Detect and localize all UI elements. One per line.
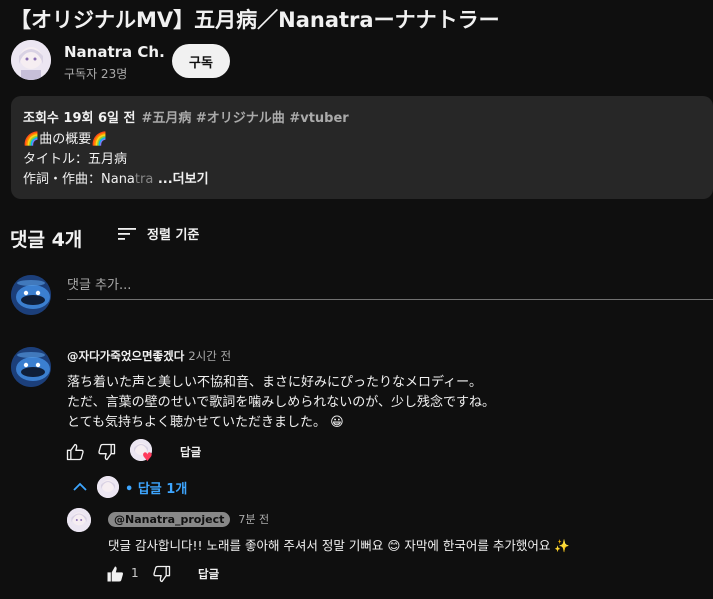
- dislike-button[interactable]: [96, 441, 118, 463]
- comment-time[interactable]: 2시간 전: [188, 349, 231, 363]
- view-count-date: 조회수 19회 6일 전: [23, 111, 136, 126]
- reply-time[interactable]: 7분 전: [238, 511, 269, 527]
- hashtags[interactable]: #五月病 #オリジナル曲 #vtuber: [141, 111, 348, 126]
- sort-label: 정렬 기준: [147, 228, 200, 243]
- reply-preview-avatar: [97, 476, 119, 498]
- reply-text: 자막에 한국어를 추가했어요: [404, 538, 551, 553]
- description-meta: 조회수 19회 6일 전 #五月病 #オリジナル曲 #vtuber: [23, 107, 349, 126]
- sort-icon: [118, 227, 136, 240]
- description-line-credits: 作詞・作曲：Nanatra ...더보기: [23, 168, 209, 187]
- thumbs-up-filled-icon: [107, 566, 123, 582]
- thumbs-down-icon: [153, 565, 171, 583]
- thumbs-up-icon: [66, 443, 84, 461]
- comment-author[interactable]: @자다가죽었으면좋겠다: [67, 349, 184, 363]
- commenter-avatar[interactable]: [11, 347, 51, 387]
- comment-text: とても気持ちよく聴かせていただきました。: [67, 415, 326, 430]
- channel-name[interactable]: Nanatra Ch.: [64, 43, 165, 61]
- replies-count-label: • 답글 1개: [125, 481, 188, 497]
- reply-author[interactable]: @Nanatra_project: [108, 511, 231, 527]
- rainbow-emoji: 🌈: [91, 132, 108, 147]
- reply-text: 댓글 감사합니다!! 노래를 좋아해 주셔서 정말 기뻐요: [108, 538, 384, 553]
- reply-reply-button[interactable]: 답글: [198, 566, 219, 582]
- comment-author-line: @자다가죽었으면좋겠다 2시간 전: [67, 348, 231, 364]
- user-avatar[interactable]: [11, 275, 51, 315]
- sort-button[interactable]: 정렬 기준: [117, 224, 199, 243]
- like-button[interactable]: [64, 441, 86, 463]
- reply-dislike-button[interactable]: [151, 563, 173, 585]
- show-more-link[interactable]: ...더보기: [153, 172, 209, 187]
- credits-text: 作詞・作曲：Nana: [23, 172, 135, 187]
- chevron-up-icon: [73, 482, 87, 491]
- heart-icon: ♥: [142, 450, 153, 464]
- channel-avatar[interactable]: [11, 40, 51, 80]
- subscriber-count: 구독자 23명: [64, 67, 128, 81]
- video-title: 【オリジナルMV】五月病／Nanatraーナナトラー: [10, 8, 500, 32]
- reply-author-avatar[interactable]: [67, 508, 91, 532]
- add-comment-input[interactable]: [67, 272, 713, 300]
- credits-text-faded: tra: [134, 172, 154, 187]
- grin-emoji: 😀: [330, 415, 344, 430]
- subscribe-button[interactable]: 구독: [172, 44, 230, 78]
- replies-toggle[interactable]: • 답글 1개: [73, 476, 187, 498]
- thumbs-down-icon: [98, 443, 116, 461]
- comments-count: 댓글 4개: [10, 229, 83, 251]
- description-summary-text: 曲の概要: [39, 132, 92, 147]
- reply-author-line: @Nanatra_project 7분 전: [108, 511, 269, 527]
- description-line-summary: 🌈曲の概要🌈: [23, 128, 107, 147]
- reply-text-line: 댓글 감사합니다!! 노래를 좋아해 주셔서 정말 기뻐요 😊 자막에 한국어를…: [108, 535, 570, 554]
- comment-text-line: 落ち着いた声と美しい不協和音、まさに好みにぴったりなメロディー。: [67, 375, 482, 390]
- sparkles-emoji: ✨: [554, 538, 570, 553]
- reply-like-button[interactable]: [104, 563, 126, 585]
- smile-emoji: 😊: [387, 538, 401, 553]
- reply-like-count: 1: [131, 566, 139, 580]
- comment-text-line: ただ、言葉の壁のせいで歌詞を噛みしめられないのが、少し残念ですね。: [67, 395, 495, 410]
- description-line-title: タイトル：五月病: [23, 152, 128, 167]
- comment-text-line-last: とても気持ちよく聴かせていただきました。 😀: [67, 411, 344, 430]
- reply-button[interactable]: 답글: [180, 444, 201, 460]
- rainbow-emoji: 🌈: [23, 132, 40, 147]
